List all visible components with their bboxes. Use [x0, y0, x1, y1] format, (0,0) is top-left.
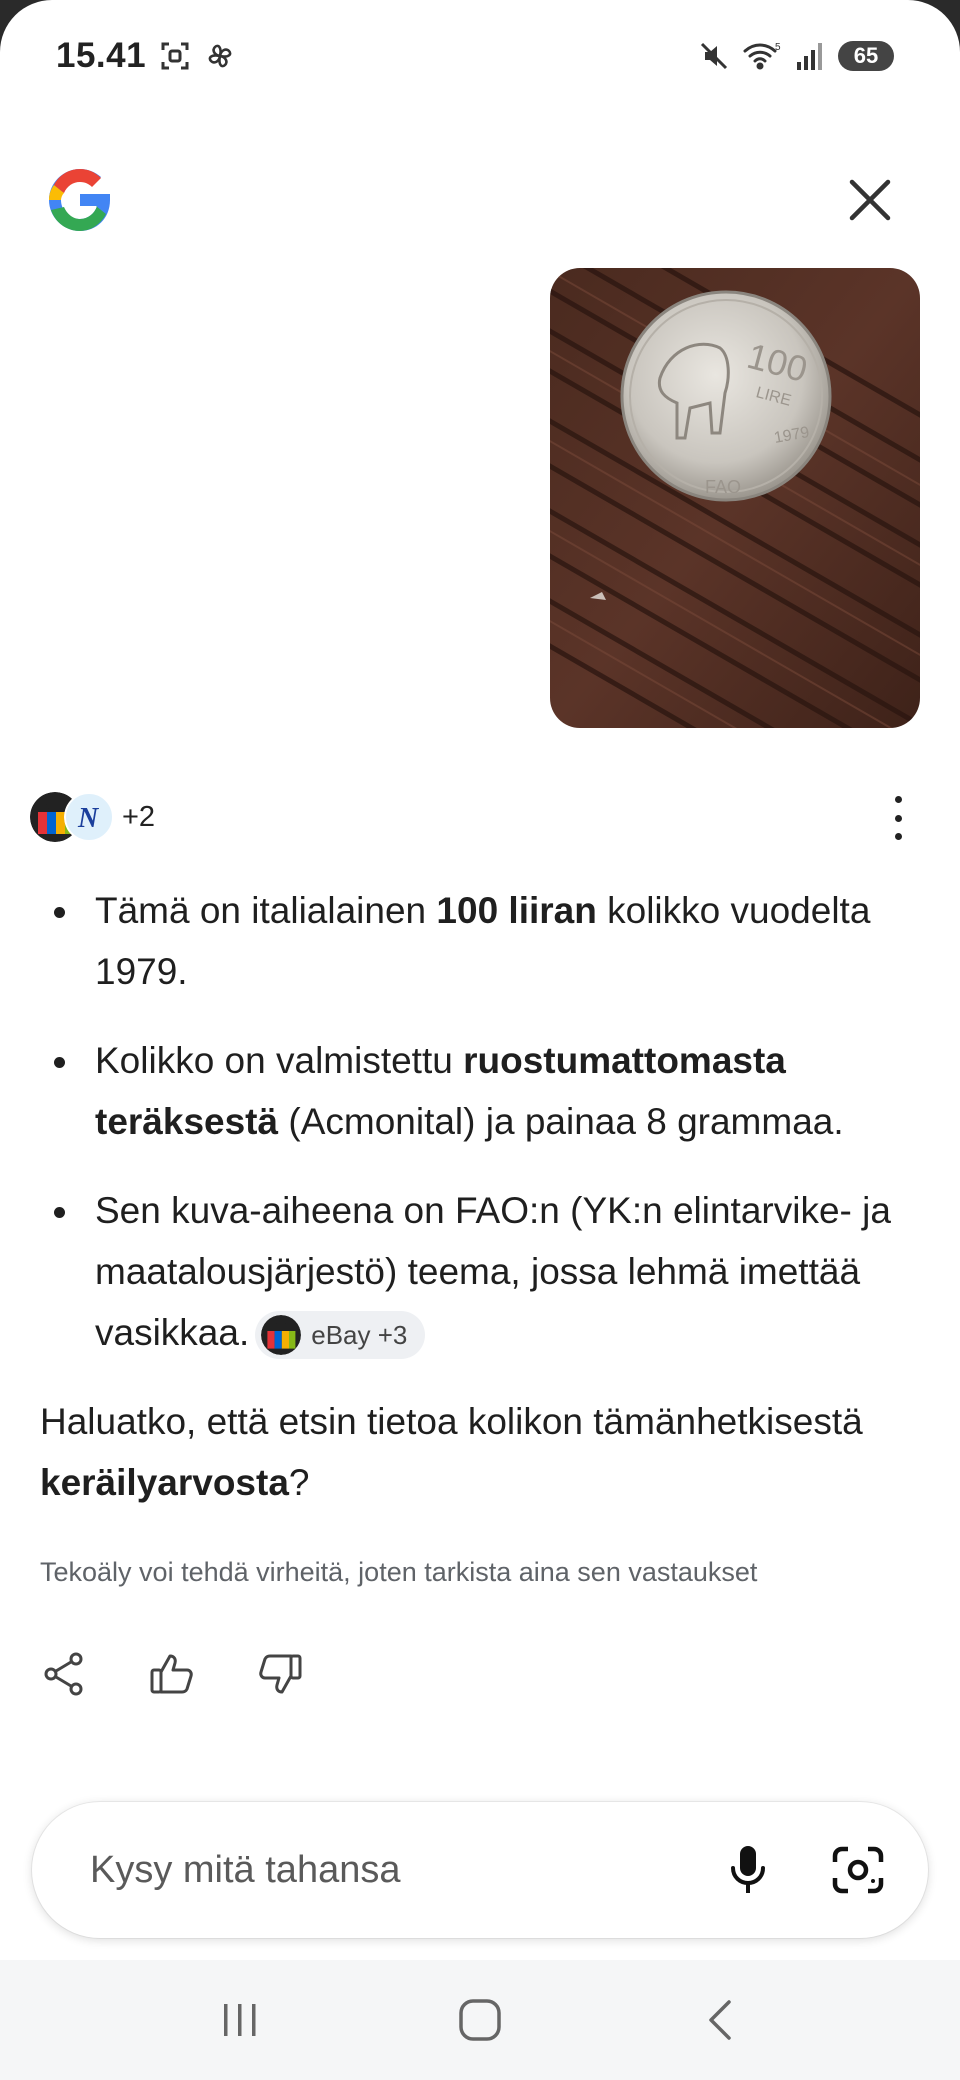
status-bar: 15.41 5 65: [0, 0, 960, 112]
thumbs-up-icon: [150, 1654, 193, 1694]
system-nav-bar: [0, 1960, 960, 2080]
svg-text:FAO: FAO: [705, 477, 741, 497]
feedback-actions: [40, 1650, 304, 1698]
share-button[interactable]: [40, 1650, 88, 1698]
more-options-button[interactable]: [888, 796, 908, 840]
back-icon: [709, 2000, 731, 2040]
lens-camera-icon: [832, 1846, 884, 1894]
source-chip-label: eBay +3: [311, 1319, 408, 1350]
signal-icon: [794, 40, 826, 72]
svg-text:5: 5: [775, 42, 781, 53]
kebab-dot: [894, 796, 902, 803]
mic-icon: [731, 1846, 765, 1893]
ai-disclaimer: Tekoäly voi tehdä virheitä, joten tarkis…: [40, 1557, 758, 1587]
answer-bullets: Tämä on italialainen 100 liiran kolikko …: [40, 880, 920, 1363]
bullet-text: Tämä on italialainen: [95, 890, 437, 931]
sources-more-count: +2: [122, 800, 156, 833]
thumbs-down-button[interactable]: [256, 1650, 304, 1698]
home-button[interactable]: [445, 1985, 515, 2055]
sources-row[interactable]: N +2: [30, 790, 155, 844]
question-text: ?: [288, 1462, 310, 1503]
lens-button[interactable]: [828, 1840, 888, 1900]
uploaded-coin-photo[interactable]: 100 LIRE 1979 FAO: [550, 268, 920, 728]
recents-icon: [224, 2004, 256, 2036]
screen: 15.41 5 65 100 LIRE 1979 FAO N +2 Tämä o…: [0, 0, 960, 2080]
svg-text:N: N: [77, 803, 100, 834]
status-time: 15.41: [56, 36, 147, 75]
numista-source-icon: N: [64, 792, 114, 842]
ask-bar: [32, 1802, 928, 1938]
pinwheel-icon: [204, 40, 236, 72]
ai-answer: Tämä on italialainen 100 liiran kolikko …: [40, 880, 920, 1588]
question-text: Haluatko, että etsin tietoa kolikon tämä…: [40, 1401, 863, 1442]
answer-bullet: Tämä on italialainen 100 liiran kolikko …: [40, 880, 920, 1002]
close-icon: [849, 179, 891, 221]
mute-icon: [698, 40, 730, 72]
kebab-dot: [894, 814, 902, 822]
battery-icon: 65: [838, 41, 894, 71]
home-icon: [459, 1999, 501, 2041]
back-button[interactable]: [685, 1985, 755, 2055]
google-g-icon: [40, 160, 120, 240]
source-chip[interactable]: eBay +3: [255, 1311, 426, 1360]
ebay-chip-icon: [261, 1315, 302, 1356]
ask-input[interactable]: [90, 1848, 668, 1892]
bullet-bold: 100 liiran: [436, 890, 597, 931]
answer-bullet: Sen kuva-aiheena on FAO:n (YK:n elintarv…: [40, 1180, 920, 1363]
voice-input-button[interactable]: [718, 1840, 778, 1900]
bullet-text: Sen kuva-aiheena on FAO:n (YK:n elintarv…: [95, 1190, 891, 1353]
question-bold: keräilyarvosta: [40, 1462, 289, 1503]
share-icon: [44, 1652, 83, 1696]
recents-button[interactable]: [205, 1985, 275, 2055]
screenshot-icon: [160, 41, 190, 71]
close-button[interactable]: [840, 170, 900, 230]
bullet-text: Kolikko on valmistettu: [95, 1040, 464, 1081]
answer-bullet: Kolikko on valmistettu ruostumattomasta …: [40, 1030, 920, 1152]
wifi-icon: 5: [742, 40, 782, 72]
bullet-text: (Acmonital) ja painaa 8 grammaa.: [278, 1101, 844, 1142]
follow-up-question: Haluatko, että etsin tietoa kolikon tämä…: [40, 1391, 920, 1513]
thumbs-up-button[interactable]: [148, 1650, 196, 1698]
thumbs-down-icon: [259, 1654, 302, 1694]
kebab-dot: [894, 833, 902, 840]
